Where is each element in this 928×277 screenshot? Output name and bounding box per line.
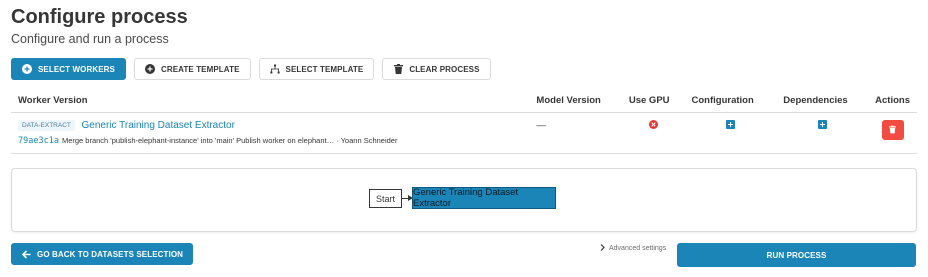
toolbar: SELECT WORKERS CREATE TEMPLATE SELECT TE… <box>11 58 491 80</box>
graph-worker-node[interactable]: Generic Training Dataset Extractor <box>412 187 556 209</box>
model-version-value: — <box>536 119 546 131</box>
graph-edge-arrow <box>401 195 413 201</box>
run-process-label: RUN PROCESS <box>766 250 827 260</box>
revision-message: Merge branch 'publish-elephant-instance'… <box>61 135 398 145</box>
back-to-datasets-button[interactable]: GO BACK TO DATASETS SELECTION <box>11 243 194 265</box>
table-header-row: Worker Version Model Version Use GPU Con… <box>11 90 917 113</box>
back-to-datasets-label: GO BACK TO DATASETS SELECTION <box>37 249 184 259</box>
worker-type-tag: DATA-EXTRACT <box>18 119 75 131</box>
advanced-settings-toggle[interactable]: Advanced settings <box>600 244 666 253</box>
dependencies-cell <box>776 112 869 154</box>
select-workers-button[interactable]: SELECT WORKERS <box>11 58 126 80</box>
graph-start-node: Start <box>369 189 403 208</box>
model-version-cell: — <box>529 112 622 154</box>
col-use-gpu: Use GPU <box>621 90 685 113</box>
trash-icon <box>393 64 403 74</box>
run-process-button[interactable]: RUN PROCESS <box>677 243 916 267</box>
revision-line: 79ae3c1a Merge branch 'publish-elephant-i… <box>18 136 522 146</box>
trash-icon <box>889 125 897 134</box>
col-actions: Actions <box>868 90 917 113</box>
col-dependencies: Dependencies <box>776 90 869 113</box>
col-configuration: Configuration <box>684 90 777 113</box>
select-workers-label: SELECT WORKERS <box>38 64 115 74</box>
sitemap-icon <box>269 64 280 74</box>
select-template-label: SELECT TEMPLATE <box>285 64 364 74</box>
page-title: Configure process <box>11 6 188 28</box>
revision-hash-link[interactable]: 79ae3c1a <box>18 136 59 146</box>
chevron-right-icon <box>600 244 605 253</box>
select-template-button[interactable]: SELECT TEMPLATE <box>258 58 375 80</box>
delete-worker-button[interactable] <box>881 119 904 140</box>
create-template-label: CREATE TEMPLATE <box>160 64 240 74</box>
col-worker-version: Worker Version <box>11 90 530 113</box>
x-circle-icon[interactable] <box>648 119 658 129</box>
clear-process-label: CLEAR PROCESS <box>409 64 480 74</box>
workers-table: Worker Version Model Version Use GPU Con… <box>11 90 917 154</box>
clear-process-button[interactable]: CLEAR PROCESS <box>382 58 491 80</box>
table-row: DATA-EXTRACT Generic Training Dataset Ex… <box>11 112 917 154</box>
plus-circle-icon <box>144 64 155 74</box>
plus-circle-icon <box>22 64 32 74</box>
configuration-cell <box>684 112 777 154</box>
page-subtitle: Configure and run a process <box>11 32 169 46</box>
create-template-button[interactable]: CREATE TEMPLATE <box>133 58 251 80</box>
worker-name-link[interactable]: Generic Training Dataset Extractor <box>82 120 235 131</box>
use-gpu-cell <box>621 112 685 154</box>
worker-version-cell: DATA-EXTRACT Generic Training Dataset Ex… <box>11 112 530 154</box>
process-graph: Start Generic Training Dataset Extractor <box>11 168 917 232</box>
actions-cell <box>868 112 917 154</box>
arrow-left-icon <box>21 249 31 259</box>
plus-square-icon[interactable] <box>725 119 735 129</box>
col-model-version: Model Version <box>529 90 622 113</box>
plus-square-icon[interactable] <box>817 119 827 129</box>
advanced-settings-label: Advanced settings <box>609 245 667 252</box>
